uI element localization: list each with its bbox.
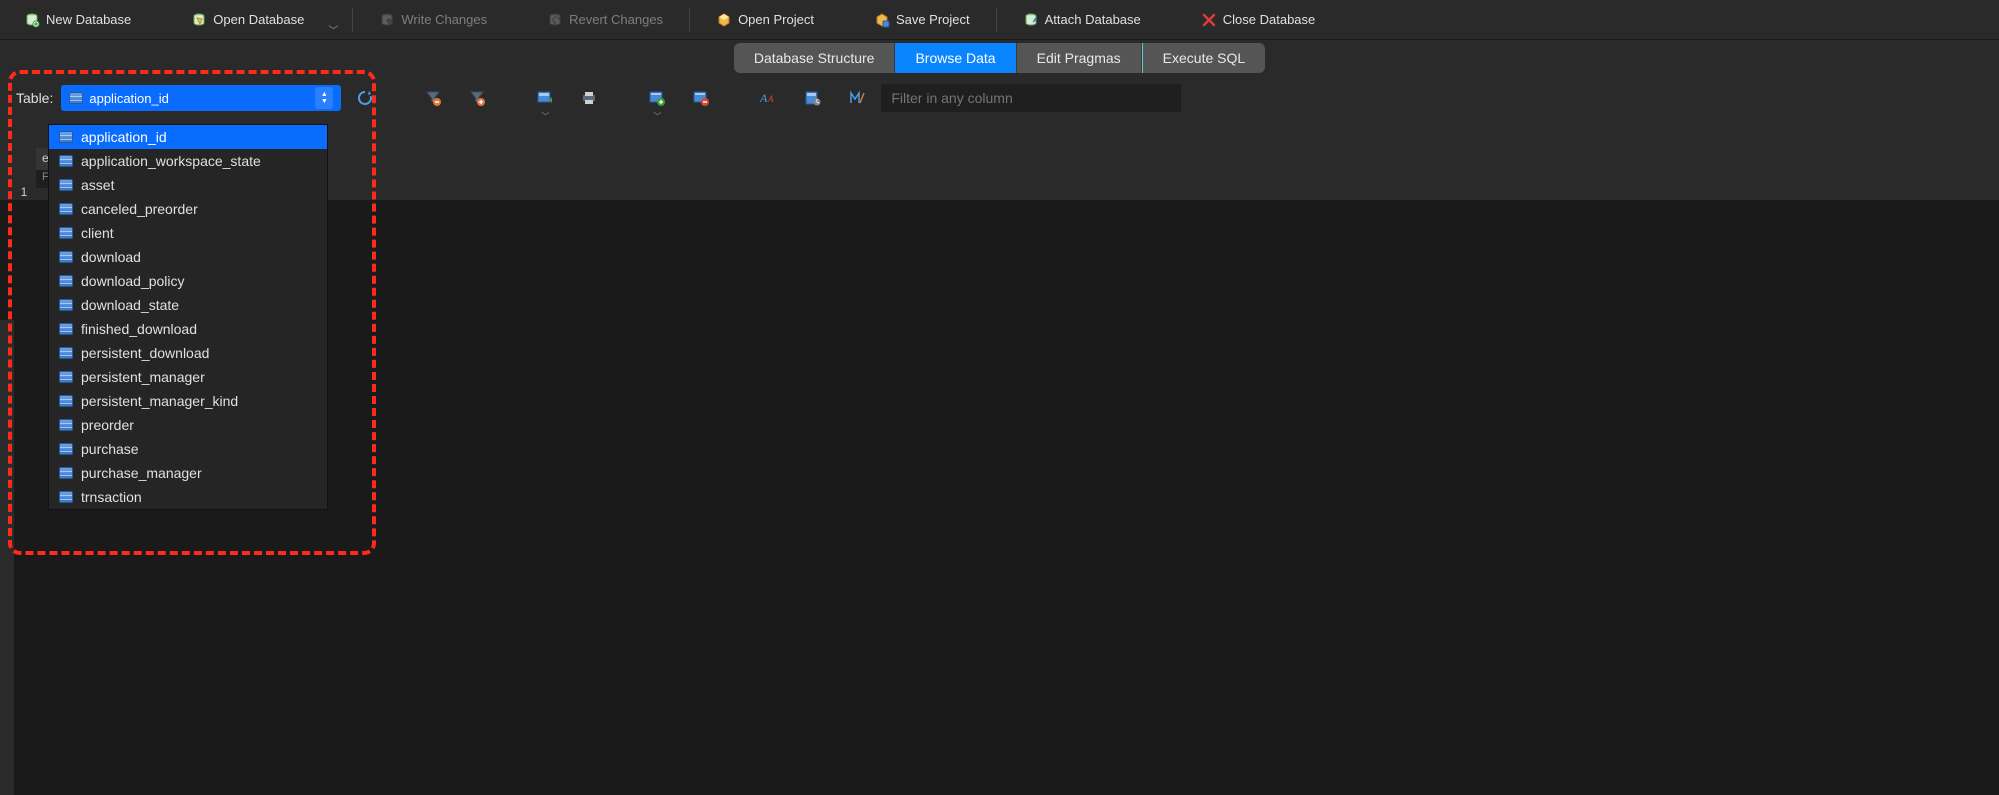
close-icon <box>1201 12 1217 28</box>
dropdown-item[interactable]: purchase_manager <box>49 461 327 485</box>
open-database-button[interactable]: Open Database <box>179 8 316 32</box>
delete-record-button[interactable] <box>681 80 721 116</box>
dropdown-item[interactable]: client <box>49 221 327 245</box>
open-project-label: Open Project <box>738 12 814 27</box>
revert-changes-label: Revert Changes <box>569 12 663 27</box>
table-icon <box>59 467 73 479</box>
table-icon <box>69 92 83 104</box>
svg-text:A: A <box>767 94 774 104</box>
toolbar-separator <box>689 8 690 32</box>
dropdown-item[interactable]: asset <box>49 173 327 197</box>
save-project-icon <box>874 12 890 28</box>
dropdown-item[interactable]: persistent_manager <box>49 365 327 389</box>
browse-toolbar: Table: application_id ▲▼ ﹀ ﹀ AA <box>0 76 1999 120</box>
main-tabs: Database Structure Browse Data Edit Prag… <box>734 43 1265 73</box>
format-button[interactable] <box>793 80 833 116</box>
table-icon <box>59 275 73 287</box>
tab-execute-sql[interactable]: Execute SQL <box>1142 43 1266 73</box>
table-label: Table: <box>16 90 53 106</box>
revert-changes-icon <box>547 12 563 28</box>
clear-filters-button[interactable] <box>413 80 453 116</box>
dropdown-item[interactable]: trnsaction <box>49 485 327 509</box>
write-changes-button: Write Changes <box>367 8 499 32</box>
table-icon <box>59 395 73 407</box>
attach-database-icon <box>1023 12 1039 28</box>
table-select[interactable]: application_id ▲▼ <box>61 85 341 111</box>
save-project-label: Save Project <box>896 12 970 27</box>
write-changes-icon <box>379 12 395 28</box>
select-chevrons-icon: ▲▼ <box>315 87 333 109</box>
database-new-icon <box>24 12 40 28</box>
attach-database-button[interactable]: Attach Database <box>1011 8 1153 32</box>
attach-database-label: Attach Database <box>1045 12 1141 27</box>
revert-changes-button: Revert Changes <box>535 8 675 32</box>
print-button[interactable] <box>569 80 609 116</box>
dropdown-item[interactable]: download_state <box>49 293 327 317</box>
table-select-value: application_id <box>89 91 169 106</box>
table-dropdown-panel: application_id application_workspace_sta… <box>48 124 328 510</box>
table-icon <box>59 419 73 431</box>
open-project-button[interactable]: Open Project <box>704 8 826 32</box>
filter-input[interactable] <box>881 84 1181 112</box>
export-button[interactable]: ﹀ <box>525 80 565 116</box>
close-database-label: Close Database <box>1223 12 1316 27</box>
dropdown-item[interactable]: application_workspace_state <box>49 149 327 173</box>
table-icon <box>59 347 73 359</box>
tab-edit-pragmas[interactable]: Edit Pragmas <box>1017 43 1142 73</box>
font-button[interactable]: AA <box>749 80 789 116</box>
dropdown-item[interactable]: persistent_manager_kind <box>49 389 327 413</box>
dropdown-item[interactable]: purchase <box>49 437 327 461</box>
table-icon <box>59 371 73 383</box>
dropdown-item[interactable]: persistent_download <box>49 341 327 365</box>
dropdown-item[interactable]: download <box>49 245 327 269</box>
table-icon <box>59 179 73 191</box>
new-database-label: New Database <box>46 12 131 27</box>
table-icon <box>59 443 73 455</box>
table-icon <box>59 227 73 239</box>
toolbar-separator <box>352 8 353 32</box>
tab-browse-data[interactable]: Browse Data <box>895 43 1016 73</box>
dropdown-item[interactable]: finished_download <box>49 317 327 341</box>
tab-database-structure[interactable]: Database Structure <box>734 43 896 73</box>
toolbar-separator <box>996 8 997 32</box>
write-changes-label: Write Changes <box>401 12 487 27</box>
conditional-format-button[interactable] <box>837 80 877 116</box>
open-database-chevron-icon[interactable]: ﹀ <box>328 22 338 39</box>
tabs-row: Database Structure Browse Data Edit Prag… <box>0 40 1999 76</box>
table-icon <box>59 155 73 167</box>
database-open-icon <box>191 12 207 28</box>
save-project-button[interactable]: Save Project <box>862 8 982 32</box>
open-database-label: Open Database <box>213 12 304 27</box>
grid-gutter <box>0 320 14 795</box>
table-icon <box>59 251 73 263</box>
close-database-button[interactable]: Close Database <box>1189 8 1328 32</box>
svg-text:A: A <box>760 91 768 105</box>
table-icon <box>59 299 73 311</box>
new-database-button[interactable]: New Database <box>12 8 143 32</box>
table-icon <box>59 131 73 143</box>
table-icon <box>59 203 73 215</box>
dropdown-item[interactable]: application_id <box>49 125 327 149</box>
main-toolbar: New Database Open Database ﹀ Write Chang… <box>0 0 1999 40</box>
insert-record-button[interactable]: ﹀ <box>637 80 677 116</box>
refresh-button[interactable] <box>345 80 385 116</box>
save-filter-button[interactable] <box>457 80 497 116</box>
table-icon <box>59 491 73 503</box>
table-icon <box>59 323 73 335</box>
open-project-icon <box>716 12 732 28</box>
dropdown-item[interactable]: preorder <box>49 413 327 437</box>
dropdown-item[interactable]: download_policy <box>49 269 327 293</box>
dropdown-item[interactable]: canceled_preorder <box>49 197 327 221</box>
